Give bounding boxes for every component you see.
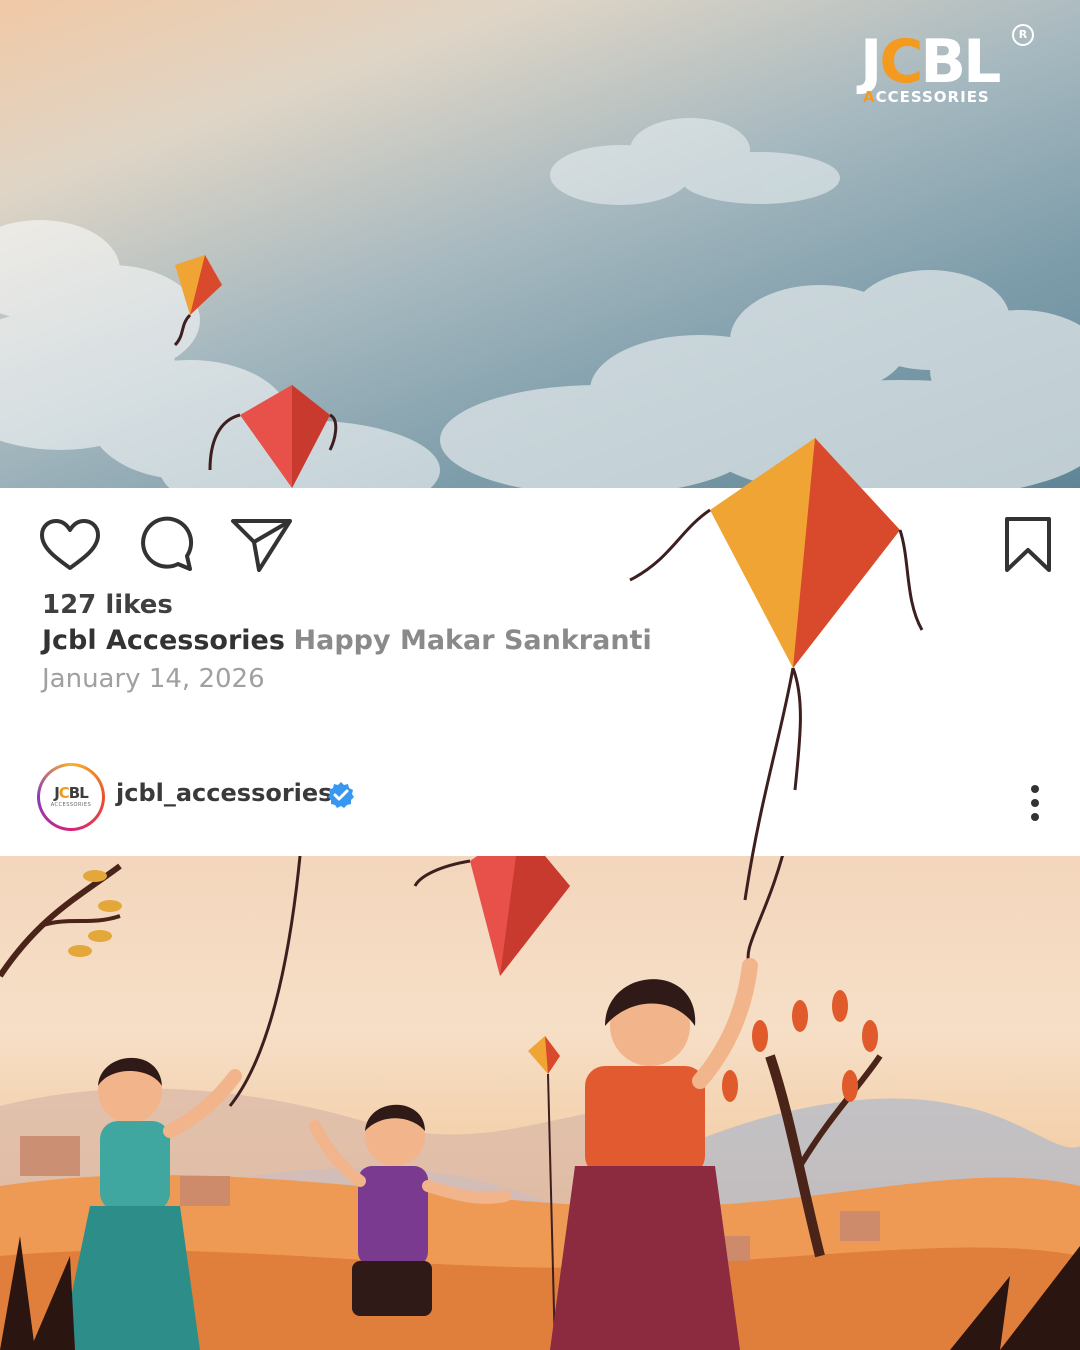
brand-logo: JCBL ACCESSORIES R [860,24,1040,110]
logo-wordmark: JCBL [860,27,1001,97]
avatar-logo-sub: ACCESSORIES [50,802,92,808]
left-cloud [0,220,440,490]
avatar[interactable]: JCBL ACCESSORIES [37,763,105,831]
avatar-inner: JCBL ACCESSORIES [40,766,102,828]
bookmark-icon[interactable] [1003,516,1053,574]
heart-icon[interactable] [38,518,102,572]
post-caption: Jcbl Accessories Happy Makar Sankranti [42,625,652,656]
verified-badge-icon [328,782,354,808]
caption-text: Happy Makar Sankranti [293,625,652,656]
registered-mark: R [1012,24,1034,46]
caption-author[interactable]: Jcbl Accessories [42,625,285,656]
comment-icon[interactable] [138,516,194,572]
top-cloud [550,118,840,205]
more-vertical-icon[interactable] [1022,784,1048,824]
landscape-artwork [0,856,1080,1350]
tree-left [0,863,122,978]
likes-count[interactable]: 127 likes [42,590,173,620]
send-icon[interactable] [230,516,294,574]
right-cloud [440,270,1080,490]
username[interactable]: jcbl_accessories [116,779,332,807]
kite-red-ground [413,856,570,976]
post-card: JCBL ACCESSORIES R 127 likes Jcbl Access… [0,0,1080,1350]
logo-subtitle: ACCESSORIES [863,88,990,106]
avatar-logo: JCBL [54,784,89,802]
post-date: January 14, 2026 [42,664,265,694]
